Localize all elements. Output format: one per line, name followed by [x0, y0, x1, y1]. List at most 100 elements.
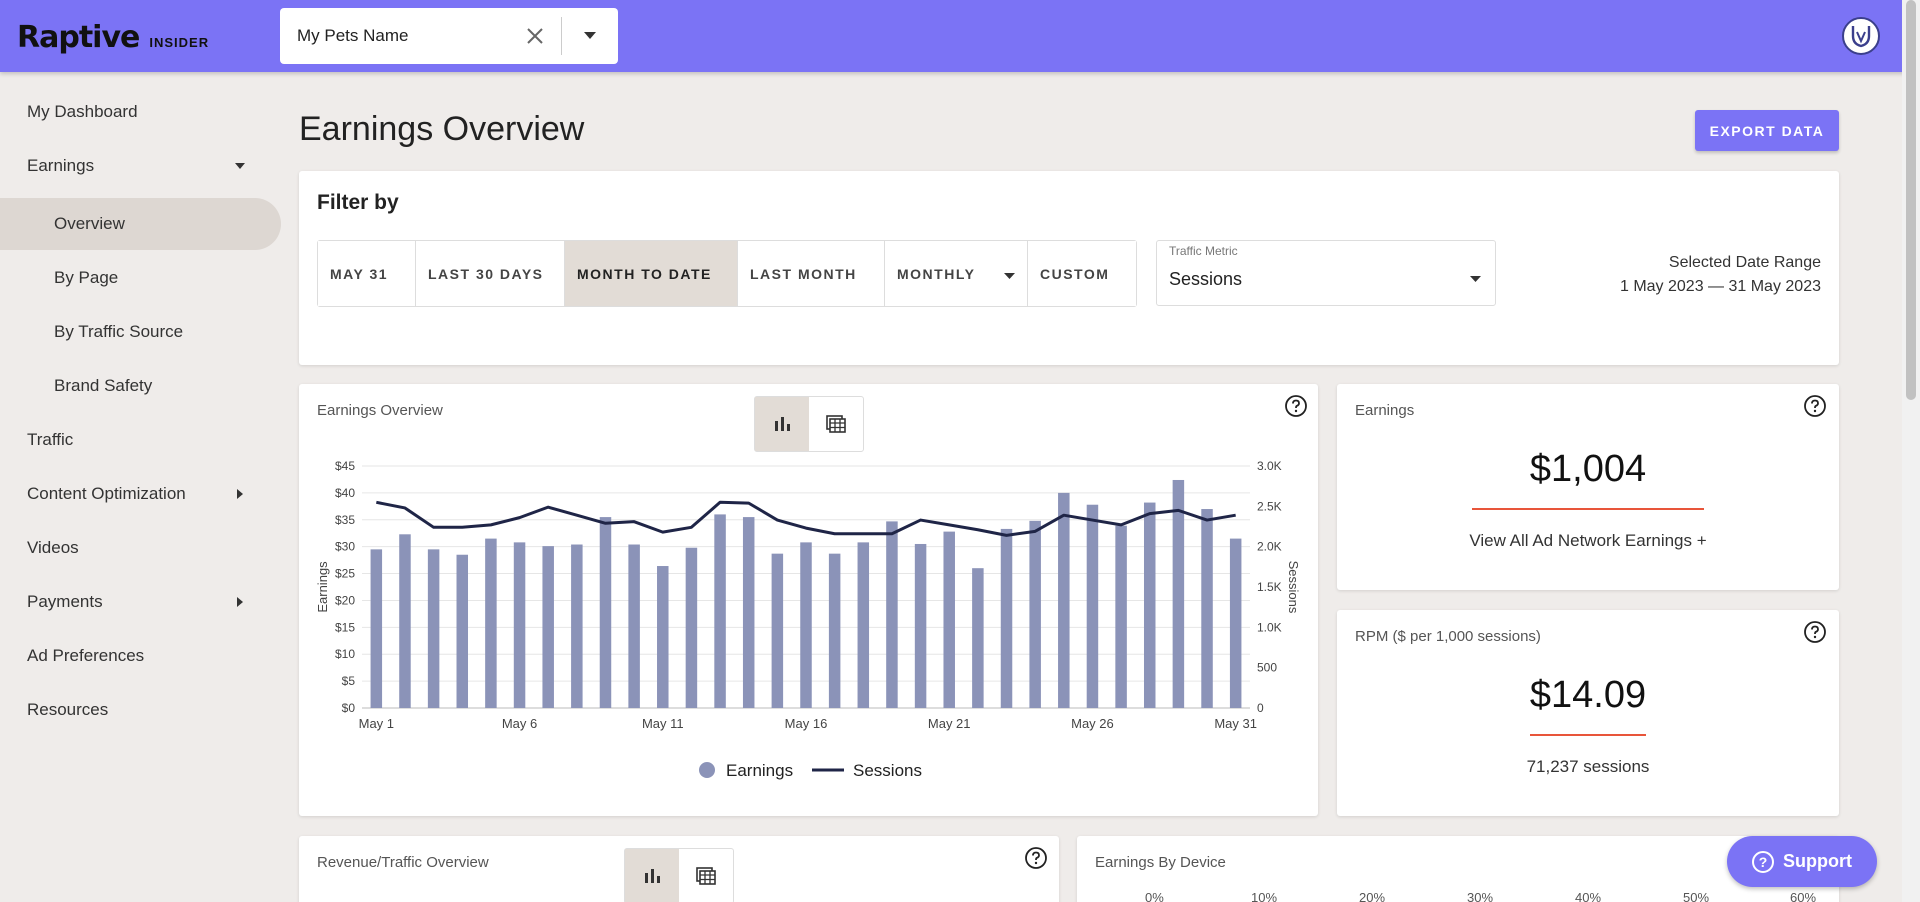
sidebar-item-videos[interactable]: Videos [0, 522, 282, 574]
sidebar: My Dashboard Earnings Overview By Page B… [0, 72, 282, 902]
earnings-bar [485, 538, 497, 708]
sidebar-item-ad-preferences[interactable]: Ad Preferences [0, 630, 282, 682]
range-custom-button[interactable]: CUSTOM [1028, 241, 1136, 306]
device-axis-tick: 50% [1683, 890, 1710, 902]
caret-down-icon [1004, 266, 1015, 282]
earnings-value: $1,004 [1529, 448, 1647, 490]
sidebar-item-label: Brand Safety [54, 376, 153, 395]
export-data-button[interactable]: EXPORT DATA [1695, 110, 1839, 151]
y-tick-label: $20 [335, 593, 355, 607]
help-icon[interactable] [1024, 846, 1048, 870]
earnings-bar [771, 553, 784, 708]
x-tick-label: May 31 [1214, 716, 1257, 731]
device-axis-tick: 60% [1790, 890, 1817, 902]
legend-earnings-label: Earnings [726, 761, 793, 780]
earnings-bar [599, 517, 612, 708]
earnings-bar [513, 542, 526, 708]
sidebar-item-label: Traffic [27, 430, 74, 449]
device-axis-tick: 20% [1359, 890, 1386, 902]
sidebar-item-resources[interactable]: Resources [0, 684, 282, 736]
y-tick-label: $40 [335, 486, 355, 500]
device-axis-tick: 0% [1145, 890, 1164, 902]
y-tick-label: $5 [342, 674, 356, 688]
range-label: MONTH TO DATE [577, 265, 712, 282]
range-month-to-date-button[interactable]: MONTH TO DATE [565, 241, 738, 306]
earnings-bar [628, 544, 640, 708]
x-tick-label: May 26 [1071, 716, 1114, 731]
help-icon[interactable] [1803, 620, 1827, 644]
sidebar-item-label: By Page [54, 268, 119, 287]
earnings-bar [857, 542, 870, 708]
traffic-metric-value: Sessions [1169, 269, 1243, 289]
sidebar-item-by-traffic-source[interactable]: By Traffic Source [0, 306, 282, 358]
clear-icon[interactable] [509, 8, 561, 64]
sidebar-item-by-page[interactable]: By Page [0, 252, 282, 304]
y-tick-label: $30 [335, 540, 355, 554]
earnings-bar [742, 517, 755, 708]
earnings-chart: $0 $5 $10 $15 $20 $25 $30 $35 $40 $45 0 500 1.0K 1.5K… [315, 459, 1301, 780]
underline [1530, 734, 1646, 736]
sidebar-item-brand-safety[interactable]: Brand Safety [0, 360, 282, 412]
site-select[interactable]: My Pets Name [280, 8, 618, 64]
card-title: Earnings [1355, 402, 1415, 419]
range-last-month-button[interactable]: LAST MONTH [738, 241, 885, 306]
view-all-earnings-link[interactable]: View All Ad Network Earnings + [1337, 531, 1839, 551]
selected-date-range: Selected Date Range 1 May 2023 — 31 May … [1620, 251, 1821, 299]
y-tick-label: $25 [335, 567, 355, 581]
sidebar-item-label: Content Optimization [27, 484, 186, 503]
legend-earnings-marker [699, 762, 715, 778]
avatar[interactable] [1842, 17, 1880, 55]
y-tick-label: $10 [335, 647, 355, 661]
earnings-by-device-card: Earnings By Device 0% 10% 20% 30% 40% 50… [1077, 836, 1839, 902]
x-tick-label: May 11 [642, 716, 684, 731]
scrollbar[interactable] [1902, 0, 1920, 902]
earnings-bar [972, 568, 984, 708]
sidebar-item-content-optimization[interactable]: Content Optimization [0, 468, 282, 520]
earnings-bar [800, 542, 812, 708]
chevron-down-icon[interactable] [562, 8, 618, 64]
earnings-bar [399, 534, 411, 708]
sidebar-item-label: My Dashboard [27, 102, 138, 121]
sidebar-item-overview[interactable]: Overview [0, 198, 281, 250]
table-view-icon[interactable] [679, 849, 733, 902]
site-select-value: My Pets Name [297, 26, 409, 45]
caret-down-icon [1470, 269, 1481, 287]
support-label: Support [1783, 851, 1852, 871]
range-monthly-dropdown[interactable]: MONTHLY [885, 241, 1028, 306]
earnings-bar [714, 514, 726, 708]
earnings-bar [828, 553, 841, 708]
y2-tick-label: 3.0K [1257, 459, 1282, 473]
range-last-30-days-button[interactable]: LAST 30 DAYS [416, 241, 565, 306]
card-title: RPM ($ per 1,000 sessions) [1355, 628, 1541, 645]
caret-right-icon [222, 597, 258, 607]
earnings-bar [542, 546, 554, 708]
earnings-card: Earnings $1,004 View All Ad Network Earn… [1337, 384, 1839, 590]
sidebar-item-my-dashboard[interactable]: My Dashboard [0, 86, 282, 138]
chart-view-icon[interactable] [625, 849, 679, 902]
rpm-value: $14.09 [1529, 674, 1647, 716]
range-label: MAY 31 [330, 265, 389, 282]
sessions-count: 71,237 sessions [1526, 757, 1650, 776]
device-axis-tick: 30% [1467, 890, 1494, 902]
help-icon[interactable] [1803, 394, 1827, 418]
y2-tick-label: 0 [1257, 701, 1264, 715]
rpm-card: RPM ($ per 1,000 sessions) $14.09 71,237… [1337, 610, 1839, 816]
y2-tick-label: 2.0K [1257, 540, 1282, 554]
y-axis-title: Earnings [315, 561, 330, 613]
x-tick-label: May 1 [359, 716, 394, 731]
support-button[interactable]: ? Support [1727, 836, 1877, 887]
traffic-metric-select[interactable]: Traffic Metric Sessions [1156, 240, 1496, 306]
sidebar-item-traffic[interactable]: Traffic [0, 414, 282, 466]
sidebar-item-label: Videos [27, 538, 79, 557]
sidebar-item-earnings[interactable]: Earnings [0, 140, 282, 192]
help-icon: ? [1752, 850, 1774, 873]
page-title: Earnings Overview [299, 110, 585, 148]
earnings-bar [571, 544, 583, 708]
range-may-31-button[interactable]: MAY 31 [318, 241, 416, 306]
raptive-logo[interactable]: Raptive INSIDER [17, 20, 209, 55]
sidebar-item-payments[interactable]: Payments [0, 576, 282, 628]
earnings-bar [914, 543, 927, 708]
scrollbar-thumb[interactable] [1906, 0, 1916, 400]
sidebar-item-label: Earnings [27, 156, 95, 175]
x-tick-label: May 16 [785, 716, 828, 731]
